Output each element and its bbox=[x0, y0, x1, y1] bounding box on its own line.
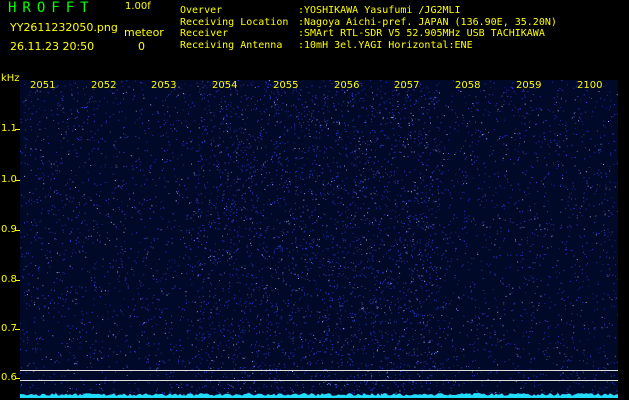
meteor-label: meteor bbox=[124, 26, 164, 39]
reference-line bbox=[20, 380, 618, 381]
info-label: Overver bbox=[180, 5, 223, 16]
info-row-antenna: Receiving Antenna :10mH 3el.YAGI Horizont… bbox=[180, 40, 557, 52]
info-row-receiver: Receiver :SMArt RTL-SDR V5 52.905MHz USB … bbox=[180, 28, 557, 40]
y-axis: 1.1 1.0 0.9 0.8 0.7 0.6 bbox=[0, 80, 20, 398]
x-tick-label: 2058 bbox=[455, 80, 481, 91]
info-label: Receiving Location bbox=[180, 16, 289, 28]
info-value: :Nagoya Aichi-pref. JAPAN (136.90E, 35.2… bbox=[298, 16, 557, 28]
spectrogram-canvas bbox=[20, 80, 618, 398]
info-label: Receiver bbox=[180, 28, 229, 39]
x-tick-label: 2055 bbox=[273, 80, 299, 91]
info-value: :SMArt RTL-SDR V5 52.905MHz USB TACHIKAW… bbox=[298, 28, 545, 39]
x-tick-label: 2057 bbox=[394, 80, 420, 91]
info-value: :YOSHIKAWA Yasufumi /JG2MLI bbox=[298, 5, 461, 16]
x-tick-label: 2100 bbox=[577, 80, 603, 91]
info-row-location: Receiving Location :Nagoya Aichi-pref. JA… bbox=[180, 17, 557, 29]
station-info: Overver :YOSHIKAWA Yasufumi /JG2MLI Recei… bbox=[180, 5, 557, 51]
info-row-observer: Overver :YOSHIKAWA Yasufumi /JG2MLI bbox=[180, 5, 557, 17]
x-tick-label: 2052 bbox=[91, 80, 117, 91]
spectrogram-noise bbox=[20, 80, 618, 398]
image-filename: YY2611232050.png bbox=[10, 21, 118, 34]
y-tick-mark bbox=[15, 280, 20, 281]
y-tick-mark bbox=[15, 329, 20, 330]
meteor-count: 0 bbox=[138, 40, 145, 53]
y-tick-mark bbox=[15, 378, 20, 379]
signal-baseline bbox=[20, 393, 618, 398]
info-label: Receiving Antenna bbox=[180, 39, 283, 51]
app-title: HROFFT bbox=[8, 0, 95, 16]
capture-datetime: 26.11.23 20:50 bbox=[10, 40, 95, 53]
y-tick-mark bbox=[15, 129, 20, 130]
x-tick-label: 2059 bbox=[516, 80, 542, 91]
x-tick-label: 2056 bbox=[334, 80, 360, 91]
x-tick-label: 2054 bbox=[212, 80, 238, 91]
x-tick-label: 2051 bbox=[30, 80, 56, 91]
y-tick-mark bbox=[15, 180, 20, 181]
x-tick-label: 2053 bbox=[151, 80, 177, 91]
info-value: :10mH 3el.YAGI Horizontal:ENE bbox=[298, 39, 473, 51]
app-version: 1.00f bbox=[125, 1, 151, 12]
y-tick-mark bbox=[15, 230, 20, 231]
reference-line bbox=[20, 370, 618, 371]
